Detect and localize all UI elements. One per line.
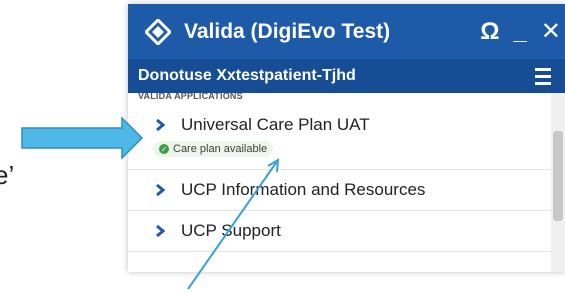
badge-text: Care plan available <box>173 143 268 155</box>
item-label: Universal Care Plan UAT <box>181 115 370 134</box>
scrollbar[interactable] <box>551 93 565 272</box>
item-label: UCP Support <box>181 221 281 240</box>
refresh-icon[interactable]: Ω <box>480 18 499 46</box>
applications-panel: VALIDA APPLICATIONS Universal Care Plan … <box>128 93 565 272</box>
callout-block-arrow-icon <box>21 116 144 160</box>
valida-logo-icon <box>138 18 178 45</box>
section-heading: VALIDA APPLICATIONS <box>138 93 243 101</box>
patient-bar: Donotuse Xxtestpatient-Tjhd <box>128 59 565 93</box>
check-circle-icon: ✓ <box>159 144 169 154</box>
close-button[interactable]: ✕ <box>541 17 561 46</box>
chevron-right-icon <box>156 118 166 132</box>
title-bar: Valida (DigiEvo Test) Ω _ ✕ <box>128 4 565 59</box>
scrollbar-thumb[interactable] <box>553 131 563 221</box>
menu-icon[interactable] <box>535 64 563 88</box>
chevron-right-icon <box>156 183 166 197</box>
patient-name: Donotuse Xxtestpatient-Tjhd <box>138 67 356 84</box>
valida-window: Valida (DigiEvo Test) Ω _ ✕ Donotuse Xxt… <box>128 4 565 272</box>
item-label: UCP Information and Resources <box>181 180 426 199</box>
minimize-button[interactable]: _ <box>514 18 527 46</box>
list-item-ucp-information[interactable]: UCP Information and Resources <box>128 170 565 211</box>
care-plan-status-badge: ✓ Care plan available <box>153 141 274 157</box>
list-item-ucp-support[interactable]: UCP Support <box>128 211 565 252</box>
list-item-universal-care-plan[interactable]: Universal Care Plan UAT ✓ Care plan avai… <box>128 103 565 170</box>
stray-text: e’ <box>0 160 15 190</box>
chevron-right-icon <box>156 224 166 238</box>
window-title: Valida (DigiEvo Test) <box>184 19 391 43</box>
